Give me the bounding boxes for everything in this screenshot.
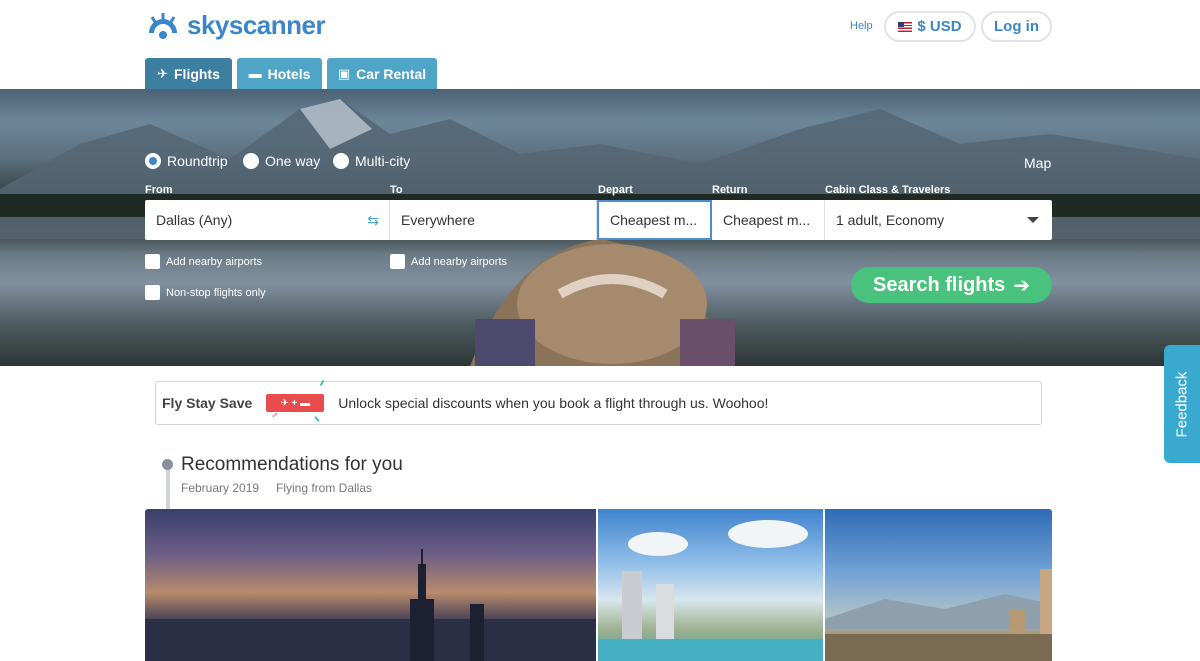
to-value: Everywhere — [401, 212, 475, 228]
us-flag-icon — [898, 21, 913, 32]
logo-text: skyscanner — [187, 10, 326, 40]
return-value: Cheapest m... — [723, 212, 811, 228]
plane-icon: ✈ — [157, 65, 168, 81]
from-value: Dallas (Any) — [156, 212, 233, 228]
checkbox-box[interactable] — [390, 254, 405, 269]
trip-multi-city[interactable]: Multi-city — [333, 153, 410, 169]
return-field[interactable]: Cheapest m... — [712, 200, 825, 240]
beach-city-image — [598, 520, 823, 661]
chevron-down-icon — [1027, 217, 1039, 223]
tab-hotels-label: Hotels — [267, 65, 311, 82]
tab-car-rental-label: Car Rental — [356, 65, 427, 82]
flight-search-form: Dallas (Any) ⇆ Everywhere Cheapest m... … — [145, 200, 1052, 240]
car-icon: ▣ — [337, 65, 351, 81]
radio-one-way[interactable] — [243, 153, 259, 169]
search-hero: Roundtrip One way Multi-city Map From To… — [0, 89, 1200, 366]
recommendations-title: Recommendations for you — [181, 454, 403, 475]
feedback-tab[interactable]: Feedback — [1164, 345, 1200, 463]
help-link[interactable]: Help — [850, 20, 873, 32]
fly-stay-save-banner[interactable]: Fly Stay Save ✈ + ▬ Unlock special disco… — [155, 379, 1042, 425]
radio-roundtrip[interactable] — [145, 153, 161, 169]
nearby-to-checkbox[interactable]: Add nearby airports — [390, 254, 507, 269]
tab-flights-label: Flights — [174, 65, 220, 82]
city-mountain-image — [825, 569, 1052, 661]
skyscanner-logo[interactable]: skyscanner — [145, 10, 326, 41]
tab-car-rental[interactable]: ▣ Car Rental — [327, 58, 437, 89]
nonstop-checkbox[interactable]: Non-stop flights only — [145, 285, 266, 300]
site-header: skyscanner Help $ USD Log in ✈ Flights ▬… — [0, 0, 1200, 89]
fss-text: Unlock special discounts when you book a… — [338, 395, 769, 411]
fss-title: Fly Stay Save — [162, 395, 253, 411]
recommendations-origin: Flying from Dallas — [276, 481, 373, 495]
from-field[interactable]: Dallas (Any) ⇆ — [145, 200, 390, 240]
tab-hotels[interactable]: ▬ Hotels — [237, 58, 322, 89]
plane-plus-bed-icon: ✈ + ▬ — [266, 394, 325, 412]
nearby-from-label: Add nearby airports — [166, 255, 262, 268]
nearby-to-label: Add nearby airports — [411, 255, 507, 268]
trip-one-way[interactable]: One way — [243, 153, 320, 169]
radio-multi-city[interactable] — [333, 153, 349, 169]
vertical-tabs: ✈ Flights ▬ Hotels ▣ Car Rental — [145, 58, 437, 89]
checkbox-box[interactable] — [145, 254, 160, 269]
cabin-value: 1 adult, Economy — [836, 212, 945, 228]
city-skyline-image — [145, 549, 596, 661]
confetti-icon — [319, 379, 325, 387]
currency-label: $ USD — [917, 18, 962, 35]
trip-roundtrip-label: Roundtrip — [167, 153, 228, 169]
cabin-travelers-field[interactable]: 1 adult, Economy — [825, 200, 1052, 240]
timeline-dot — [162, 459, 173, 470]
feedback-label: Feedback — [1173, 371, 1191, 437]
checkbox-box[interactable] — [145, 285, 160, 300]
depart-label: Depart — [598, 184, 633, 196]
from-label: From — [145, 184, 173, 196]
search-flights-button[interactable]: Search flights ➔ — [851, 267, 1052, 303]
map-link[interactable]: Map — [1024, 155, 1051, 171]
to-label: To — [390, 184, 403, 196]
nearby-from-checkbox[interactable]: Add nearby airports — [145, 254, 262, 269]
nonstop-label: Non-stop flights only — [166, 286, 266, 299]
trip-roundtrip[interactable]: Roundtrip — [145, 153, 228, 169]
confetti-icon — [314, 416, 320, 422]
destination-card-new-york[interactable] — [145, 509, 596, 661]
return-label: Return — [712, 184, 748, 196]
confetti-icon — [272, 412, 278, 418]
trip-one-way-label: One way — [265, 153, 321, 169]
to-field[interactable]: Everywhere — [390, 200, 597, 240]
tab-flights[interactable]: ✈ Flights — [145, 58, 232, 89]
recommendations-date: February 2019 — [181, 481, 260, 495]
depart-value: Cheapest m... — [610, 212, 698, 228]
currency-selector[interactable]: $ USD — [884, 11, 976, 42]
cabin-label: Cabin Class & Travelers — [825, 184, 951, 196]
depart-field[interactable]: Cheapest m... — [597, 200, 712, 240]
trip-multi-city-label: Multi-city — [355, 153, 411, 169]
search-flights-label: Search flights — [872, 273, 1006, 296]
bed-icon: ▬ — [248, 66, 262, 81]
arrow-right-icon: ➔ — [1013, 274, 1031, 297]
destination-card-denver[interactable] — [825, 509, 1052, 661]
swap-icon[interactable]: ⇆ — [367, 212, 379, 229]
logo-mark-icon — [149, 12, 177, 39]
login-button[interactable]: Log in — [981, 11, 1052, 42]
destination-card-miami[interactable] — [598, 509, 823, 661]
